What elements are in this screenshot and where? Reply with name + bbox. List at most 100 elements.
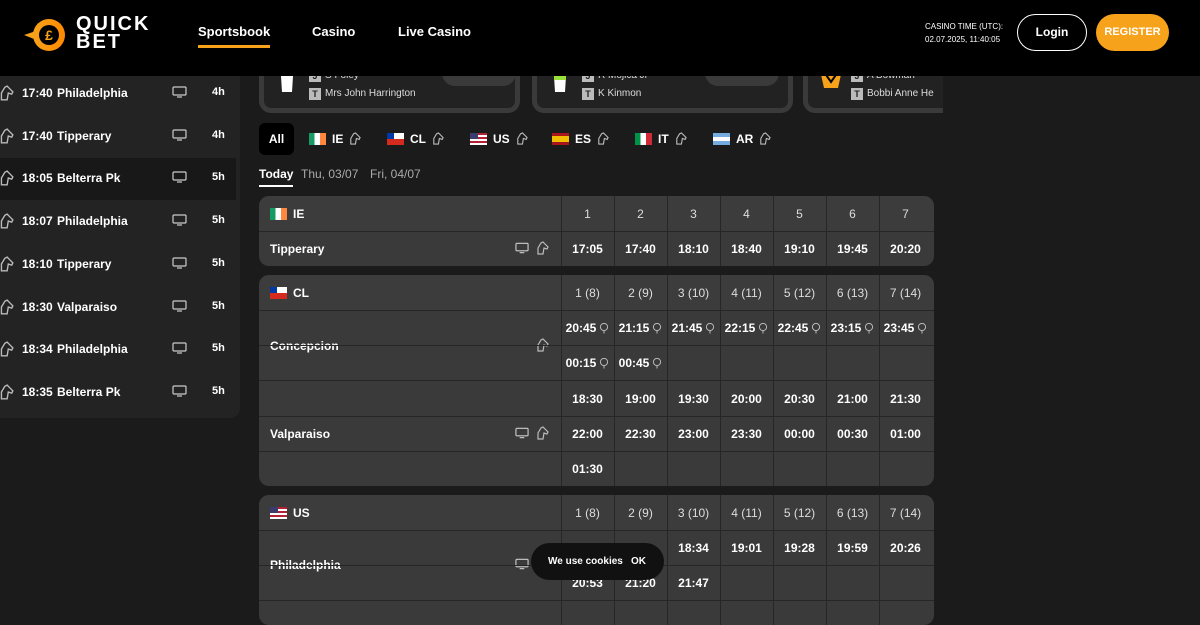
race-time-cell[interactable]: 18:10 (667, 242, 720, 256)
race-start-time: 01:30 (572, 462, 603, 476)
horse-head-icon (537, 426, 549, 440)
race-time-cell[interactable]: 19:00 (614, 392, 667, 406)
horse-head-icon (760, 132, 772, 145)
race-number-header: 6 (13) (836, 286, 869, 300)
tv-stream-icon (172, 86, 187, 98)
race-time-cell[interactable]: 19:10 (773, 242, 826, 256)
race-time-cell[interactable]: 23:45 (879, 321, 932, 335)
race-time-cell[interactable]: 00:00 (773, 427, 826, 441)
italy-flag-icon (635, 133, 652, 145)
race-time-cell[interactable]: 22:45 (773, 321, 826, 335)
tab-us[interactable]: US (470, 123, 528, 155)
tab-thu[interactable]: Thu, 03/07 (301, 167, 358, 181)
venue-name[interactable]: Valparaiso (270, 427, 330, 441)
race-time-cell[interactable]: 22:15 (720, 321, 773, 335)
race-time-cell[interactable]: 00:15 (561, 356, 614, 370)
nav-live-casino[interactable]: Live Casino (398, 24, 471, 39)
race-time-cell[interactable]: 20:26 (879, 541, 932, 555)
race-time-cell[interactable]: 22:00 (561, 427, 614, 441)
race-time-cell[interactable]: 01:30 (561, 462, 614, 476)
race-countdown: 4h (212, 86, 225, 98)
sidebar-race-row[interactable]: 18:10 Tipperary 5h (0, 244, 236, 286)
race-time-cell[interactable]: 22:30 (614, 427, 667, 441)
sidebar-race-row[interactable]: 18:07 Philadelphia 5h (0, 201, 236, 243)
race-number-header: 2 (9) (628, 506, 653, 520)
sidebar-race-row[interactable]: 17:40 Tipperary 4h (0, 116, 236, 158)
tab-ar[interactable]: AR (713, 123, 772, 155)
sidebar-race-row[interactable]: 18:05 Belterra Pk 5h (0, 158, 236, 201)
race-number-header: 1 (584, 207, 591, 221)
tab-it[interactable]: IT (635, 123, 687, 155)
race-time-cell[interactable]: 18:30 (561, 392, 614, 406)
race-number-header: 7 (902, 207, 909, 221)
race-number-header: 6 (849, 207, 856, 221)
race-time-cell[interactable]: 21:47 (667, 576, 720, 590)
country-label: IE (270, 207, 304, 221)
tab-es[interactable]: ES (552, 123, 609, 155)
race-time-cell[interactable]: 19:30 (667, 392, 720, 406)
tab-fri[interactable]: Fri, 04/07 (370, 167, 421, 181)
race-time-cell[interactable]: 19:59 (826, 541, 879, 555)
sidebar-race-row[interactable]: 17:40 Philadelphia 4h (0, 73, 236, 115)
casino-time-label: CASINO TIME (UTC): (925, 22, 1004, 31)
cookie-ok-button[interactable]: OK (631, 556, 646, 567)
race-time-cell[interactable]: 23:30 (720, 427, 773, 441)
venue-name[interactable]: Tipperary (270, 242, 324, 256)
race-time: 18:30 (22, 299, 53, 314)
register-button[interactable]: REGISTER (1096, 14, 1169, 51)
tab-label: IE (332, 132, 344, 146)
race-time-cell[interactable]: 18:40 (720, 242, 773, 256)
race-time-cell[interactable]: 20:45 (561, 321, 614, 335)
race-time-cell[interactable]: 21:00 (826, 392, 879, 406)
quickbet-logo[interactable]: £ QUICK BET (22, 13, 152, 57)
row-divider (259, 451, 934, 452)
race-time-cell[interactable]: 17:05 (561, 242, 614, 256)
race-time-cell[interactable]: 19:01 (720, 541, 773, 555)
ireland-flag-icon (309, 133, 326, 145)
trainer-name: K Kinmon (598, 88, 642, 99)
tab-label: AR (736, 132, 754, 146)
tab-cl[interactable]: CL (387, 123, 444, 155)
race-time-cell[interactable]: 23:00 (667, 427, 720, 441)
tab-all[interactable]: All (259, 123, 294, 155)
tab-today[interactable]: Today (259, 167, 294, 187)
race-start-time: 19:30 (678, 392, 709, 406)
race-time-cell[interactable]: 18:34 (667, 541, 720, 555)
race-start-time: 19:01 (731, 541, 762, 555)
sidebar-race-row[interactable]: 18:35 Belterra Pk 5h (0, 372, 236, 414)
race-start-time: 18:40 (731, 242, 762, 256)
race-time-cell[interactable]: 17:40 (614, 242, 667, 256)
race-time-cell[interactable]: 19:28 (773, 541, 826, 555)
race-time-cell[interactable]: 20:20 (879, 242, 932, 256)
race-start-time: 20:20 (890, 242, 921, 256)
horse-head-icon (537, 241, 549, 255)
nav-casino[interactable]: Casino (312, 24, 355, 39)
race-time-cell[interactable]: 21:30 (879, 392, 932, 406)
trainer-label: T (582, 88, 594, 100)
race-time-cell[interactable]: 19:45 (826, 242, 879, 256)
race-time-cell[interactable]: 21:45 (667, 321, 720, 335)
race-start-time: 20:26 (890, 541, 921, 555)
row-divider (259, 231, 934, 232)
race-time-cell[interactable]: 00:45 (614, 356, 667, 370)
race-time-cell[interactable]: 00:30 (826, 427, 879, 441)
race-time-cell[interactable]: 21:15 (614, 321, 667, 335)
login-button[interactable]: Login (1017, 14, 1087, 51)
trainer-label: T (309, 88, 321, 100)
race-time-cell[interactable]: 20:30 (773, 392, 826, 406)
sidebar-race-row[interactable]: 18:34 Philadelphia 5h (0, 329, 236, 371)
race-time-cell[interactable]: 20:00 (720, 392, 773, 406)
race-time-cell[interactable]: 23:15 (826, 321, 879, 335)
race-time-cell[interactable]: 01:00 (879, 427, 932, 441)
sidebar-race-row[interactable]: 18:30 Valparaiso 5h (0, 287, 236, 329)
nav-sportsbook[interactable]: Sportsbook (198, 24, 271, 48)
race-countdown: 5h (212, 384, 225, 397)
tab-label: IT (658, 132, 669, 146)
country-code: CL (293, 286, 309, 300)
race-start-time: 23:30 (731, 427, 762, 441)
trainer-name: Bobbi Anne He (867, 88, 934, 99)
tv-stream-icon (515, 558, 529, 570)
logo-text-line2: BET (76, 31, 122, 53)
venue-name[interactable]: Concepcion (270, 339, 339, 353)
tab-ie[interactable]: IE (309, 123, 362, 155)
